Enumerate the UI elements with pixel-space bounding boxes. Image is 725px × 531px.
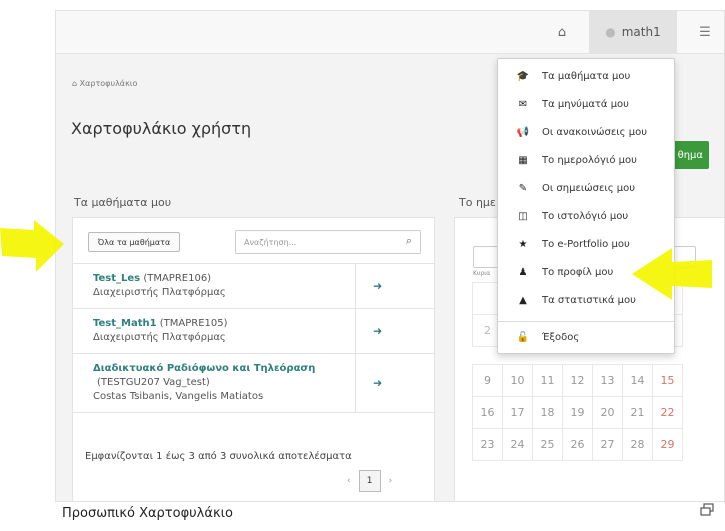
courses-panel: Όλα τα μαθήματα ⌕ Test_Les (TMAPRE106) Δ… — [72, 217, 435, 501]
unlock-icon: 🔓 — [516, 331, 530, 343]
menu-item-logout[interactable]: 🔓 Έξοδος — [498, 323, 674, 351]
calendar-day-cell[interactable]: 21 — [622, 396, 653, 429]
edit-icon: ✎ — [518, 182, 528, 194]
graduation-cap-icon: 🎓 — [516, 70, 530, 82]
calendar-day-cell[interactable]: 17 — [502, 396, 533, 429]
calendar-weekday-label: Κυρια — [473, 270, 491, 277]
calendar-day-cell[interactable]: 19 — [562, 396, 593, 429]
course-row: Test_Math1 (TMAPRE105) Διαχειριστής Πλατ… — [73, 309, 434, 354]
username-label: math1 — [621, 25, 661, 39]
calendar-week-row: 16 17 18 19 20 21 22 — [472, 396, 683, 429]
settings-button[interactable]: ☰ — [688, 11, 722, 53]
page-title: Χαρτοφυλάκιο χρήστη — [71, 119, 252, 138]
window-restore-icon[interactable] — [700, 503, 714, 517]
annotation-arrow-left — [0, 220, 64, 272]
results-summary: Εμφανίζονται 1 έως 3 από 3 συνολικά αποτ… — [85, 451, 352, 462]
calendar-day-cell[interactable]: 10 — [502, 364, 533, 397]
course-row: Διαδικτυακό Ραδιόφωνο και Τηλεόραση (TES… — [73, 354, 434, 413]
breadcrumb: ⌂ Χαρτοφυλάκιο — [72, 79, 137, 88]
calendar-day-cell[interactable]: 15 — [652, 364, 683, 397]
menu-item-my-calendar[interactable]: ▦ Το ημερολόγιό μου — [498, 146, 674, 174]
calendar-day-cell[interactable]: 25 — [532, 428, 563, 461]
home-button[interactable]: ⌂ — [540, 11, 584, 53]
course-code: (TESTGU207 Vag_test) — [97, 377, 210, 388]
menu-item-label: Τα στατιστικά μου — [542, 294, 636, 306]
area-chart-icon: ▲ — [519, 294, 527, 306]
menu-item-label: Οι σημειώσεις μου — [542, 182, 636, 194]
enter-course-icon[interactable]: ➜ — [373, 280, 382, 293]
calendar-day-cell[interactable]: 20 — [592, 396, 623, 429]
calendar-day-cell[interactable]: 9 — [472, 364, 503, 397]
user-icon: ● — [605, 25, 616, 39]
calendar-day-cell[interactable]: 18 — [532, 396, 563, 429]
calendar-day-cell[interactable]: 24 — [502, 428, 533, 461]
bullhorn-icon: 📢 — [516, 126, 530, 138]
course-role: Διαχειριστής Πλατφόρμας — [93, 332, 226, 343]
menu-item-label: Το προφίλ μου — [542, 266, 614, 278]
search-input[interactable] — [242, 236, 396, 248]
calendar-day-cell[interactable]: 26 — [562, 428, 593, 461]
calendar-grid: 9 10 11 12 13 14 15 16 17 18 19 20 21 22 23 24 25 26 27 28 2… — [472, 364, 683, 461]
menu-item-my-blog[interactable]: ◫ Το ιστολόγιό μου — [498, 202, 674, 230]
star-icon: ★ — [518, 238, 528, 250]
envelope-icon: ✉ — [518, 98, 528, 110]
calendar-week-row: 23 24 25 26 27 28 29 — [472, 428, 683, 461]
calendar-day-cell[interactable]: 28 — [622, 428, 653, 461]
calendar-heading: Το ημε — [459, 196, 496, 209]
course-title-link[interactable]: Διαδικτυακό Ραδιόφωνο και Τηλεόραση — [93, 363, 315, 374]
course-row: Test_Les (TMAPRE106) Διαχειριστής Πλατφό… — [73, 264, 434, 309]
calendar-icon: ▦ — [518, 154, 528, 166]
calendar-week-row: 9 10 11 12 13 14 15 — [472, 364, 683, 397]
sliders-icon: ☰ — [699, 24, 711, 40]
menu-item-label: Το e-Portfolio μου — [542, 238, 630, 250]
next-page-button[interactable]: › — [389, 476, 393, 486]
menu-item-label: Το ημερολόγιό μου — [542, 154, 637, 166]
menu-item-my-notes[interactable]: ✎ Οι σημειώσεις μου — [498, 174, 674, 202]
figure-caption: Προσωπικό Χαρτοφυλάκιο — [62, 506, 233, 521]
course-instructors: Costas Tsibanis, Vangelis Matiatos — [93, 391, 264, 402]
search-icon[interactable]: ⌕ — [406, 234, 412, 248]
calendar-day-cell[interactable]: 27 — [592, 428, 623, 461]
menu-item-my-courses[interactable]: 🎓 Τα μαθήματα μου — [498, 62, 674, 90]
courses-heading: Τα μαθήματα μου — [74, 196, 172, 209]
menu-item-my-messages[interactable]: ✉ Τα μηνύματά μου — [498, 90, 674, 118]
course-code: (TMAPRE105) — [159, 318, 228, 329]
menu-item-label: Έξοδος — [542, 331, 580, 343]
page-1-button[interactable]: 1 — [358, 470, 381, 492]
calendar-day-cell[interactable]: 29 — [652, 428, 683, 461]
top-navbar: ⌂ ● math1 ☰ — [56, 11, 724, 54]
course-code: (TMAPRE106) — [143, 273, 212, 284]
menu-item-my-announcements[interactable]: 📢 Οι ανακοινώσεις μου — [498, 118, 674, 146]
home-icon[interactable]: ⌂ — [72, 79, 77, 88]
menu-item-label: Τα μηνύματά μου — [542, 98, 629, 110]
prev-page-button[interactable]: ‹ — [347, 476, 351, 486]
calendar-day-cell[interactable]: 11 — [532, 364, 563, 397]
home-icon: ⌂ — [557, 24, 567, 40]
search-box: ⌕ — [235, 230, 421, 254]
enter-course-icon[interactable]: ➜ — [373, 325, 382, 338]
course-list: Test_Les (TMAPRE106) Διαχειριστής Πλατφό… — [73, 263, 434, 413]
calendar-day-cell[interactable]: 14 — [622, 364, 653, 397]
user-dropdown-menu: 🎓 Τα μαθήματα μου ✉ Τα μηνύματά μου 📢 Οι… — [497, 58, 675, 354]
course-title-link[interactable]: Test_Les — [93, 273, 140, 284]
calendar-day-cell[interactable]: 16 — [472, 396, 503, 429]
user-menu-button[interactable]: ● math1 — [589, 11, 677, 53]
calendar-day-cell[interactable]: 13 — [592, 364, 623, 397]
menu-item-label: Οι ανακοινώσεις μου — [542, 126, 647, 138]
course-role: Διαχειριστής Πλατφόρμας — [93, 287, 226, 298]
pagination: ‹ 1 › — [347, 470, 392, 492]
annotation-arrow-right — [632, 248, 712, 300]
course-title-link[interactable]: Test_Math1 — [93, 318, 157, 329]
enter-course-icon[interactable]: ➜ — [373, 377, 382, 390]
menu-item-label: Το ιστολόγιό μου — [542, 210, 629, 222]
breadcrumb-item[interactable]: Χαρτοφυλάκιο — [80, 79, 138, 88]
calendar-day-cell[interactable]: 23 — [472, 428, 503, 461]
user-icon: ♟ — [518, 266, 528, 278]
blog-icon: ◫ — [518, 210, 528, 222]
calendar-day-cell[interactable]: 22 — [652, 396, 683, 429]
calendar-day-cell[interactable]: 12 — [562, 364, 593, 397]
menu-item-label: Τα μαθήματα μου — [542, 70, 631, 82]
menu-divider — [498, 321, 674, 322]
all-courses-button[interactable]: Όλα τα μαθήματα — [88, 232, 180, 252]
